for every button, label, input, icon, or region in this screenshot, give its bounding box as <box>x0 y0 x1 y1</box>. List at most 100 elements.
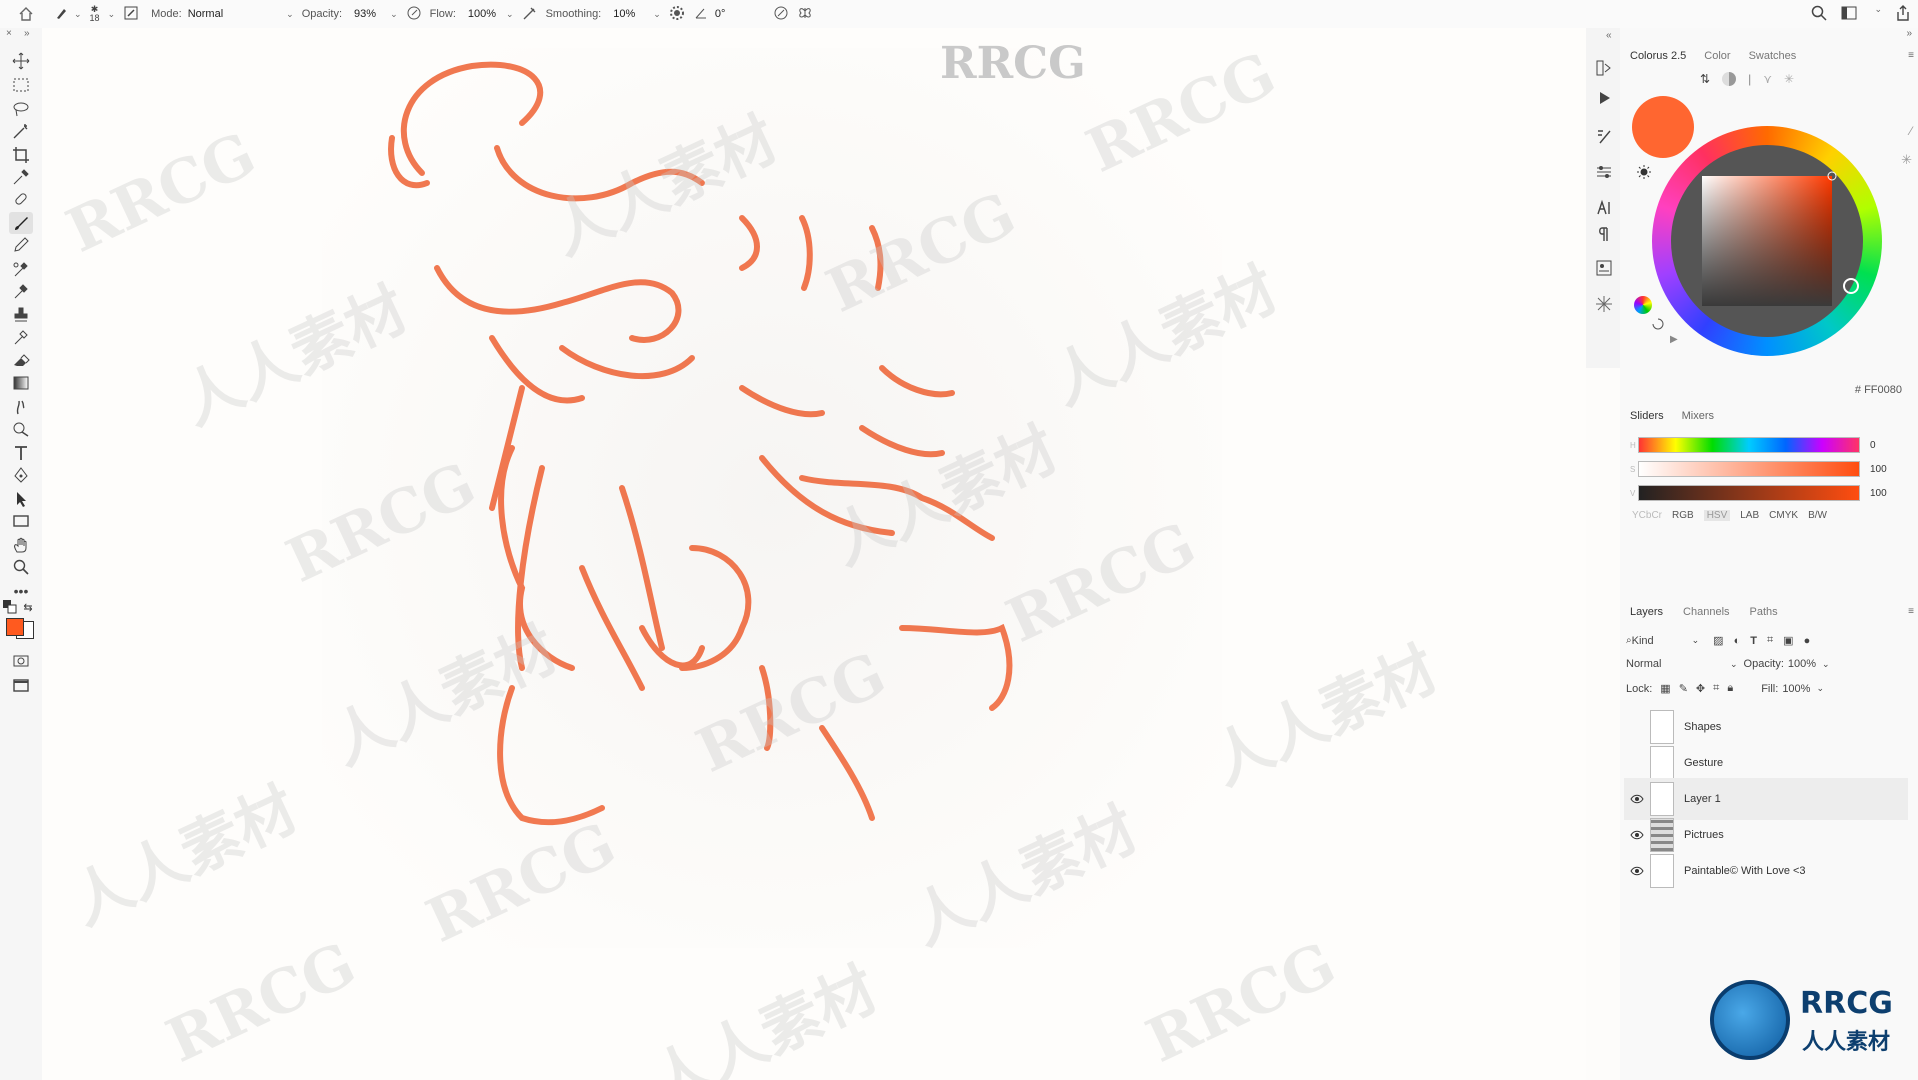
document-canvas[interactable]: RRCG RRCG 人人素材 RRCG 人人素材 RRCG 人人素材 RRCG … <box>42 28 1586 1080</box>
hue-value[interactable]: 0 <box>1870 440 1876 451</box>
tab-mixers[interactable]: Mixers <box>1682 410 1714 422</box>
search-icon[interactable] <box>1810 4 1828 25</box>
tab-lab[interactable]: LAB <box>1740 510 1759 521</box>
saturation-track[interactable] <box>1638 461 1860 477</box>
sparkle-panel-icon[interactable] <box>1594 294 1614 314</box>
stamp-tool-icon[interactable] <box>9 304 33 326</box>
harmony-icon[interactable] <box>1722 72 1737 86</box>
pressure-opacity-toggle[interactable] <box>406 5 422 24</box>
swap-colors-icon[interactable]: ⇆ <box>20 600 36 614</box>
eraser-tool-icon[interactable] <box>9 350 33 372</box>
chevron-down-icon[interactable]: ⌄ <box>1874 4 1882 25</box>
brush-tool-icon[interactable] <box>9 212 33 234</box>
adjustment-filter-icon[interactable]: ◐ <box>1734 635 1741 647</box>
chevron-down-icon[interactable]: ⌄ <box>1730 659 1738 670</box>
smudge-tool-icon[interactable] <box>9 396 33 418</box>
hue-slider[interactable]: H 0 <box>1630 436 1910 454</box>
tab-color[interactable]: Color <box>1704 50 1730 62</box>
share-icon[interactable] <box>1894 4 1912 25</box>
airbrush-toggle[interactable] <box>522 5 538 24</box>
shape-filter-icon[interactable]: ⌗ <box>1767 634 1773 647</box>
color-wheel[interactable] <box>1642 116 1892 366</box>
tab-bw[interactable]: B/W <box>1808 510 1827 521</box>
tab-layers[interactable]: Layers <box>1630 606 1663 618</box>
mode-dropdown[interactable]: Normal ⌄ <box>188 8 294 20</box>
history-brush-tool-icon[interactable] <box>9 280 33 302</box>
tab-cmyk[interactable]: CMYK <box>1769 510 1798 521</box>
eyedropper-icon[interactable]: ⁄ <box>1910 124 1912 138</box>
rectangle-tool-icon[interactable] <box>9 510 33 532</box>
mixer-brush-tool-icon[interactable] <box>9 258 33 280</box>
eye-icon[interactable] <box>1624 828 1650 842</box>
gradient-tool-icon[interactable] <box>9 372 33 394</box>
lasso-tool-icon[interactable] <box>9 98 33 120</box>
chevron-down-icon[interactable]: ⌄ <box>1816 683 1824 694</box>
brush-settings-toggle[interactable] <box>123 5 139 24</box>
kind-filter[interactable]: Kind <box>1632 635 1692 647</box>
lock-position-icon[interactable]: ✥ <box>1696 682 1705 695</box>
close-panel-icon[interactable]: × <box>6 28 12 39</box>
adjustments-panel-icon[interactable] <box>1594 162 1614 182</box>
play-actions-icon[interactable] <box>1594 88 1614 108</box>
tab-colorus[interactable]: Colorus 2.5 <box>1630 50 1686 62</box>
tab-paths[interactable]: Paths <box>1750 606 1778 618</box>
magic-wand-tool-icon[interactable] <box>9 120 33 142</box>
eye-icon[interactable] <box>1624 792 1650 806</box>
value-track[interactable] <box>1638 485 1860 501</box>
tab-rgb[interactable]: RGB <box>1672 510 1694 521</box>
tab-swatches[interactable]: Swatches <box>1749 50 1797 62</box>
brush-settings-panel-icon[interactable] <box>1594 126 1614 146</box>
smoothing-field[interactable]: 10% ⌄ <box>613 8 661 20</box>
brush-size-dropdown[interactable]: ⌄ <box>104 9 116 20</box>
tab-hsv[interactable]: HSV <box>1703 510 1731 521</box>
swap-icon[interactable]: ⇅ <box>1700 72 1710 86</box>
workspace-icon[interactable] <box>1840 4 1858 25</box>
symmetry-button[interactable] <box>797 5 813 24</box>
image-filter-icon[interactable]: ▨ <box>1713 634 1723 647</box>
type-tool-icon[interactable] <box>9 442 33 464</box>
split-icon[interactable]: ⋎ <box>1763 72 1772 86</box>
lock-artboard-icon[interactable]: ⌗ <box>1713 682 1719 695</box>
angle-field[interactable]: 0° <box>693 5 725 24</box>
line-icon[interactable]: | <box>1748 72 1751 86</box>
lock-transparency-icon[interactable]: ▦ <box>1660 682 1670 695</box>
blend-mode-dropdown[interactable]: Normal <box>1626 658 1730 670</box>
zoom-tool-icon[interactable] <box>9 556 33 578</box>
hand-tool-icon[interactable] <box>9 534 33 556</box>
art-history-brush-tool-icon[interactable] <box>9 326 33 348</box>
eyedropper-tool-icon[interactable] <box>9 166 33 188</box>
layers-menu-icon[interactable]: ≡ <box>1908 606 1914 617</box>
panel-menu-icon[interactable]: ≡ <box>1908 50 1914 61</box>
path-selection-tool-icon[interactable] <box>9 488 33 510</box>
brush-preset-picker[interactable]: ⌄ <box>54 5 82 24</box>
lock-pixels-icon[interactable]: ✎ <box>1679 682 1688 695</box>
screen-mode-icon[interactable] <box>9 674 33 696</box>
type-filter-icon[interactable]: T <box>1750 635 1757 647</box>
history-panel-icon[interactable] <box>1594 58 1614 78</box>
pressure-size-toggle[interactable] <box>773 5 789 24</box>
tab-sliders[interactable]: Sliders <box>1630 410 1664 422</box>
smart-object-filter-icon[interactable]: ▣ <box>1783 634 1793 647</box>
foreground-color-swatch[interactable] <box>6 618 24 636</box>
tab-ycbcr[interactable]: YCbCr <box>1632 510 1662 521</box>
default-colors-icon[interactable] <box>2 600 18 614</box>
hex-value[interactable]: # FF0080 <box>1855 384 1902 396</box>
saturation-slider[interactable]: S 100 <box>1630 460 1910 478</box>
properties-panel-icon[interactable] <box>1594 258 1614 278</box>
layer-item[interactable]: Paintable© With Love <3 <box>1624 850 1908 892</box>
hue-track[interactable] <box>1638 437 1860 453</box>
home-icon[interactable] <box>18 6 34 22</box>
sparkle-icon[interactable]: ✳ <box>1901 152 1912 168</box>
value-value[interactable]: 100 <box>1870 488 1887 499</box>
move-tool-icon[interactable] <box>9 50 33 72</box>
crop-tool-icon[interactable] <box>9 144 33 166</box>
opacity-field[interactable]: 93% ⌄ <box>354 8 398 20</box>
chevron-down-icon[interactable]: ⌄ <box>1692 635 1700 646</box>
smoothing-options-button[interactable] <box>669 5 685 24</box>
marquee-tool-icon[interactable] <box>9 74 33 96</box>
eye-icon[interactable] <box>1624 864 1650 878</box>
fill-value[interactable]: 100% <box>1782 683 1810 695</box>
value-slider[interactable]: V 100 <box>1630 484 1910 502</box>
quick-mask-icon[interactable] <box>9 650 33 672</box>
brush-size[interactable]: ✱ 18 <box>90 5 100 23</box>
